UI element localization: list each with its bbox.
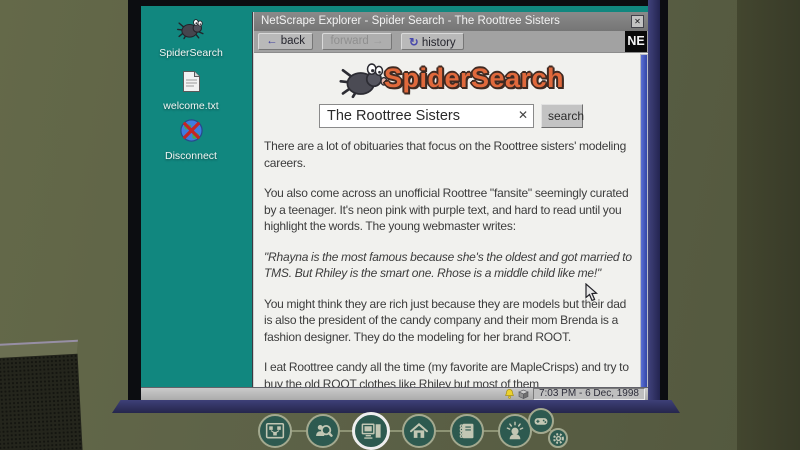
paragraph: You also come across an unofficial Roott… (264, 186, 629, 233)
paragraph: There are a lot of obituaries that focus… (264, 139, 627, 170)
screen: SpiderSearch welcome.txt Disconnect NetS… (141, 6, 648, 400)
close-icon[interactable]: ✕ (631, 15, 644, 28)
spider-icon (177, 19, 204, 40)
history-button[interactable]: ↻ history (400, 33, 464, 50)
back-label: back (280, 35, 305, 47)
home-icon (410, 423, 428, 438)
journal-icon (459, 423, 474, 439)
gear-icon (552, 432, 564, 444)
globe-disconnect-icon (179, 119, 203, 142)
speaker-grille (0, 353, 84, 450)
forward-arrow-icon: → (372, 35, 384, 47)
taskbar: 7:03 PM - 6 Dec, 1998 (141, 387, 648, 400)
clock: 7:03 PM - 6 Dec, 1998 (532, 388, 645, 400)
game-scene: SpiderSearch welcome.txt Disconnect NetS… (0, 0, 800, 450)
quote-paragraph: "Rhayna is the most famous because she's… (264, 249, 632, 281)
monitor-bezel-right (648, 0, 660, 400)
monitor: SpiderSearch welcome.txt Disconnect NetS… (128, 0, 668, 400)
search-input-wrap: ✕ (319, 104, 534, 128)
text-file-icon (182, 71, 200, 92)
back-arrow-icon: ← (266, 35, 278, 47)
dock-item-hints[interactable] (498, 414, 532, 448)
search-button[interactable]: search (541, 104, 584, 128)
bell-icon[interactable] (505, 389, 514, 399)
desktop-icon-disconnect[interactable]: Disconnect (156, 118, 226, 162)
package-icon[interactable] (518, 389, 529, 399)
forward-button[interactable]: forward → (322, 33, 392, 50)
clear-search-icon[interactable]: ✕ (518, 108, 528, 122)
dock-item-home[interactable] (402, 414, 436, 448)
controller-icon (534, 418, 548, 425)
browser-toolbar: ← back forward → ↻ history NE (254, 31, 648, 53)
investigate-icon (316, 424, 333, 437)
netscrape-logo: NE (625, 31, 647, 52)
spidersearch-logo: SpiderSearch (254, 56, 648, 100)
history-label: history (421, 37, 456, 49)
history-icon: ↻ (408, 37, 419, 49)
window-titlebar[interactable]: NetScrape Explorer - Spider Search - The… (254, 12, 648, 31)
search-row: ✕ search (254, 104, 648, 128)
back-button[interactable]: ← back (258, 33, 313, 50)
desktop-icon-label: Disconnect (165, 150, 217, 162)
desktop-icon-label: SpiderSearch (159, 47, 223, 59)
spidersearch-logo-text: SpiderSearch (383, 62, 565, 93)
desktop-icon-welcome-txt[interactable]: welcome.txt (156, 70, 226, 112)
hints-icon (506, 421, 524, 440)
dock-item-investigate[interactable] (306, 414, 340, 448)
window-title: NetScrape Explorer - Spider Search - The… (261, 15, 560, 27)
dock-item-computer[interactable] (352, 412, 390, 450)
desktop-icon-label: welcome.txt (163, 100, 219, 112)
dock-item-journal[interactable] (450, 414, 484, 448)
search-input[interactable] (319, 104, 534, 128)
dock-item-settings[interactable] (548, 428, 568, 448)
scrollbar-thumb[interactable] (641, 55, 647, 392)
content-scrollbar[interactable] (640, 54, 648, 393)
monitor-bezel-bottom (112, 400, 680, 413)
spider-logo-icon (339, 63, 388, 99)
evidence-board-icon (265, 423, 285, 439)
wall-shadow-band (737, 0, 800, 450)
page-content: SpiderSearch ✕ search There are a lot of… (254, 54, 648, 393)
forward-label: forward (330, 35, 369, 47)
computer-icon (361, 423, 381, 439)
desk-speaker (0, 339, 84, 450)
dock-item-evidence-board[interactable] (258, 414, 292, 448)
browser-window: NetScrape Explorer - Spider Search - The… (253, 12, 648, 393)
desktop-icon-spidersearch[interactable]: SpiderSearch (156, 16, 226, 59)
paragraph: You might think they are rich just becau… (264, 296, 627, 344)
search-results-text: There are a lot of obituaries that focus… (264, 138, 636, 392)
